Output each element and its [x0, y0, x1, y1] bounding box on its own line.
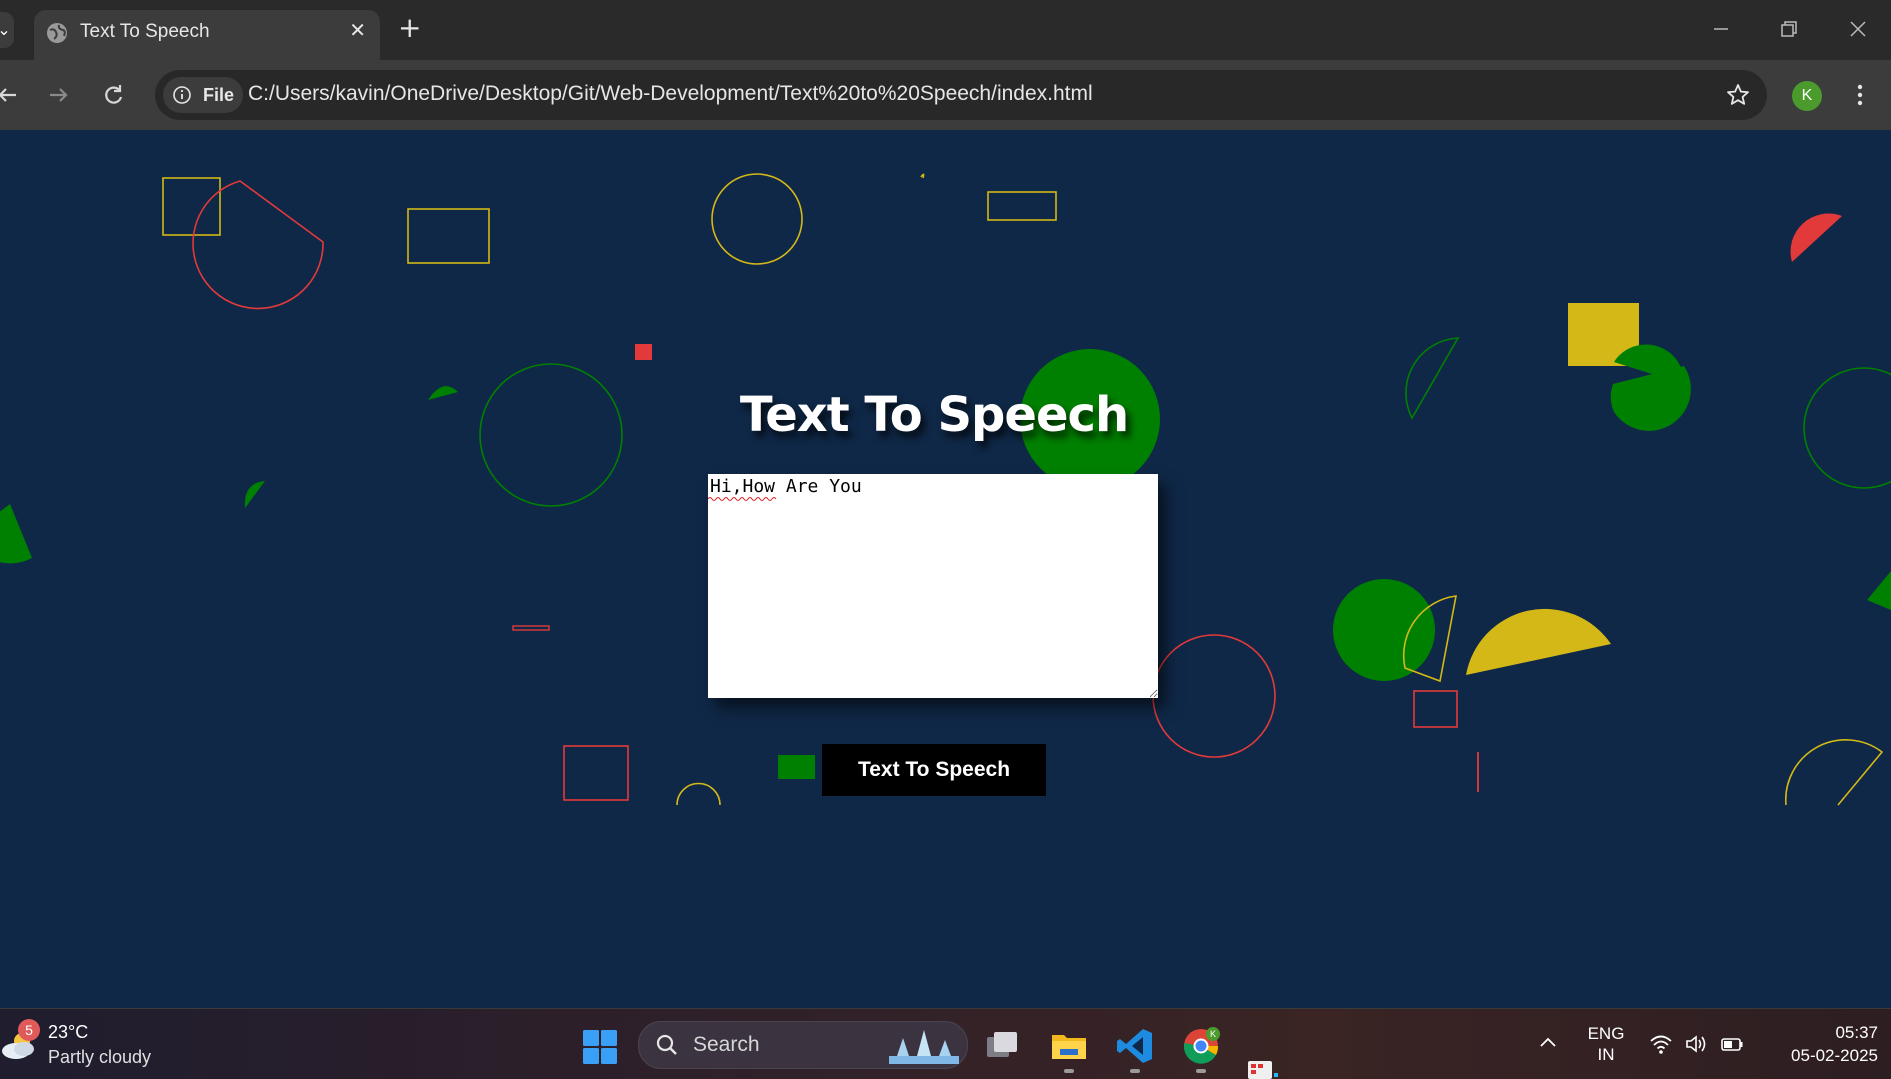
taskbar-search[interactable]: Search [638, 1021, 968, 1069]
file-chip-label: File [203, 85, 235, 105]
bg-shape-rect-outline-small [987, 191, 1057, 221]
search-icon [656, 1034, 677, 1055]
spellcheck-underline [708, 497, 777, 501]
tab-title: Text To Speech [80, 21, 210, 42]
close-window-icon[interactable] [1843, 14, 1873, 44]
bg-shape-tiny-arc [920, 173, 925, 179]
text-to-speech-button[interactable]: Text To Speech [822, 744, 1046, 796]
file-explorer-icon[interactable] [1050, 1027, 1088, 1065]
bg-shape-red-square-outline-bottom [563, 745, 629, 801]
kebab-menu-icon[interactable] [1852, 80, 1868, 110]
speech-text-input[interactable]: Hi,How Are You [708, 474, 1158, 698]
bg-shape-red-dash [512, 625, 550, 631]
region-code: IN [1597, 1045, 1615, 1064]
url-text[interactable]: C:/Users/kavin/OneDrive/Desktop/Git/Web-… [248, 82, 1093, 106]
input-language-indicator[interactable]: ENG IN [1586, 1023, 1626, 1065]
browser-tab-strip: ⌄ Text To Speech ✕ + [0, 0, 1891, 60]
bg-shape-red-square-small [635, 344, 652, 360]
chrome-running-indicator [1196, 1069, 1206, 1073]
chevron-up-icon[interactable] [1538, 1035, 1558, 1049]
bg-shape-circle-outline [711, 173, 803, 265]
clock-time: 05:37 [1835, 1023, 1878, 1042]
pinned-app-icon[interactable] [1246, 1059, 1280, 1079]
restore-icon[interactable] [1774, 14, 1804, 44]
page-title: Text To Speech [739, 387, 1129, 444]
bg-shape-yellow-quarter-outline [1784, 739, 1884, 806]
search-highlight-art-icon [889, 1030, 959, 1064]
bg-shape-green-circle-large [1333, 579, 1435, 681]
bg-shape-green-rect-bottom [778, 755, 815, 779]
vscode-icon[interactable] [1116, 1027, 1154, 1065]
browser-toolbar: File C:/Users/kavin/OneDrive/Desktop/Git… [0, 60, 1891, 130]
reload-icon[interactable] [99, 80, 129, 110]
info-icon [173, 86, 191, 104]
weather-description: Partly cloudy [48, 1047, 152, 1067]
bg-shape-green-triangle-left [0, 504, 32, 564]
weather-alert-badge: 5 [18, 1019, 40, 1041]
bg-shape-red-wedge [1790, 213, 1842, 262]
task-view-icon[interactable] [983, 1027, 1021, 1065]
minimize-icon[interactable] [1706, 14, 1736, 44]
wifi-icon[interactable] [1649, 1033, 1673, 1055]
bookmark-star-icon[interactable] [1725, 82, 1751, 108]
tab-search-dropdown-button[interactable]: ⌄ [0, 12, 14, 48]
file-explorer-running-indicator [1064, 1069, 1074, 1073]
forward-arrow-icon[interactable] [44, 80, 74, 110]
globe-icon [47, 23, 67, 43]
bg-shape-green-leaf [244, 481, 265, 508]
profile-avatar[interactable]: K [1792, 81, 1822, 111]
volume-icon[interactable] [1684, 1033, 1708, 1055]
bg-shape-yellow-semicircle [1466, 608, 1611, 675]
windows-taskbar: 5 23°C Partly cloudy Search K ENG IN 05:… [0, 1008, 1891, 1079]
chevron-down-icon: ⌄ [0, 20, 11, 39]
page-viewport: Text To Speech Hi,How Are You Text To Sp… [0, 130, 1891, 1008]
bg-shape-yellow-arc-bottom [676, 782, 721, 806]
bg-shape-rect-outline [407, 208, 490, 264]
search-label: Search [693, 1033, 760, 1056]
site-info-button[interactable]: File [163, 77, 243, 113]
new-tab-button[interactable]: + [398, 12, 421, 44]
chrome-icon[interactable]: K [1182, 1027, 1220, 1065]
clock-date: 05-02-2025 [1791, 1046, 1878, 1065]
bg-shape-square-outline [162, 177, 221, 236]
back-arrow-icon[interactable] [0, 80, 24, 110]
bg-shape-semicircle-outline [192, 180, 324, 310]
svg-text:K: K [1210, 1029, 1216, 1039]
tab-close-icon[interactable]: ✕ [349, 18, 366, 42]
bg-shape-red-square-outline [1413, 690, 1458, 728]
address-bar[interactable]: File C:/Users/kavin/OneDrive/Desktop/Git… [155, 70, 1767, 120]
bg-shape-green-edge-right [1867, 571, 1891, 610]
tab-text-to-speech[interactable]: Text To Speech ✕ [34, 10, 380, 60]
vscode-running-indicator [1130, 1069, 1140, 1073]
system-clock[interactable]: 05:37 05-02-2025 [1768, 1021, 1878, 1067]
bg-shape-red-circle-outline [1152, 634, 1276, 758]
windows-start-icon[interactable] [582, 1029, 618, 1065]
language-code: ENG [1587, 1024, 1625, 1043]
battery-icon[interactable] [1720, 1033, 1744, 1055]
weather-temperature: 23°C [48, 1022, 89, 1042]
